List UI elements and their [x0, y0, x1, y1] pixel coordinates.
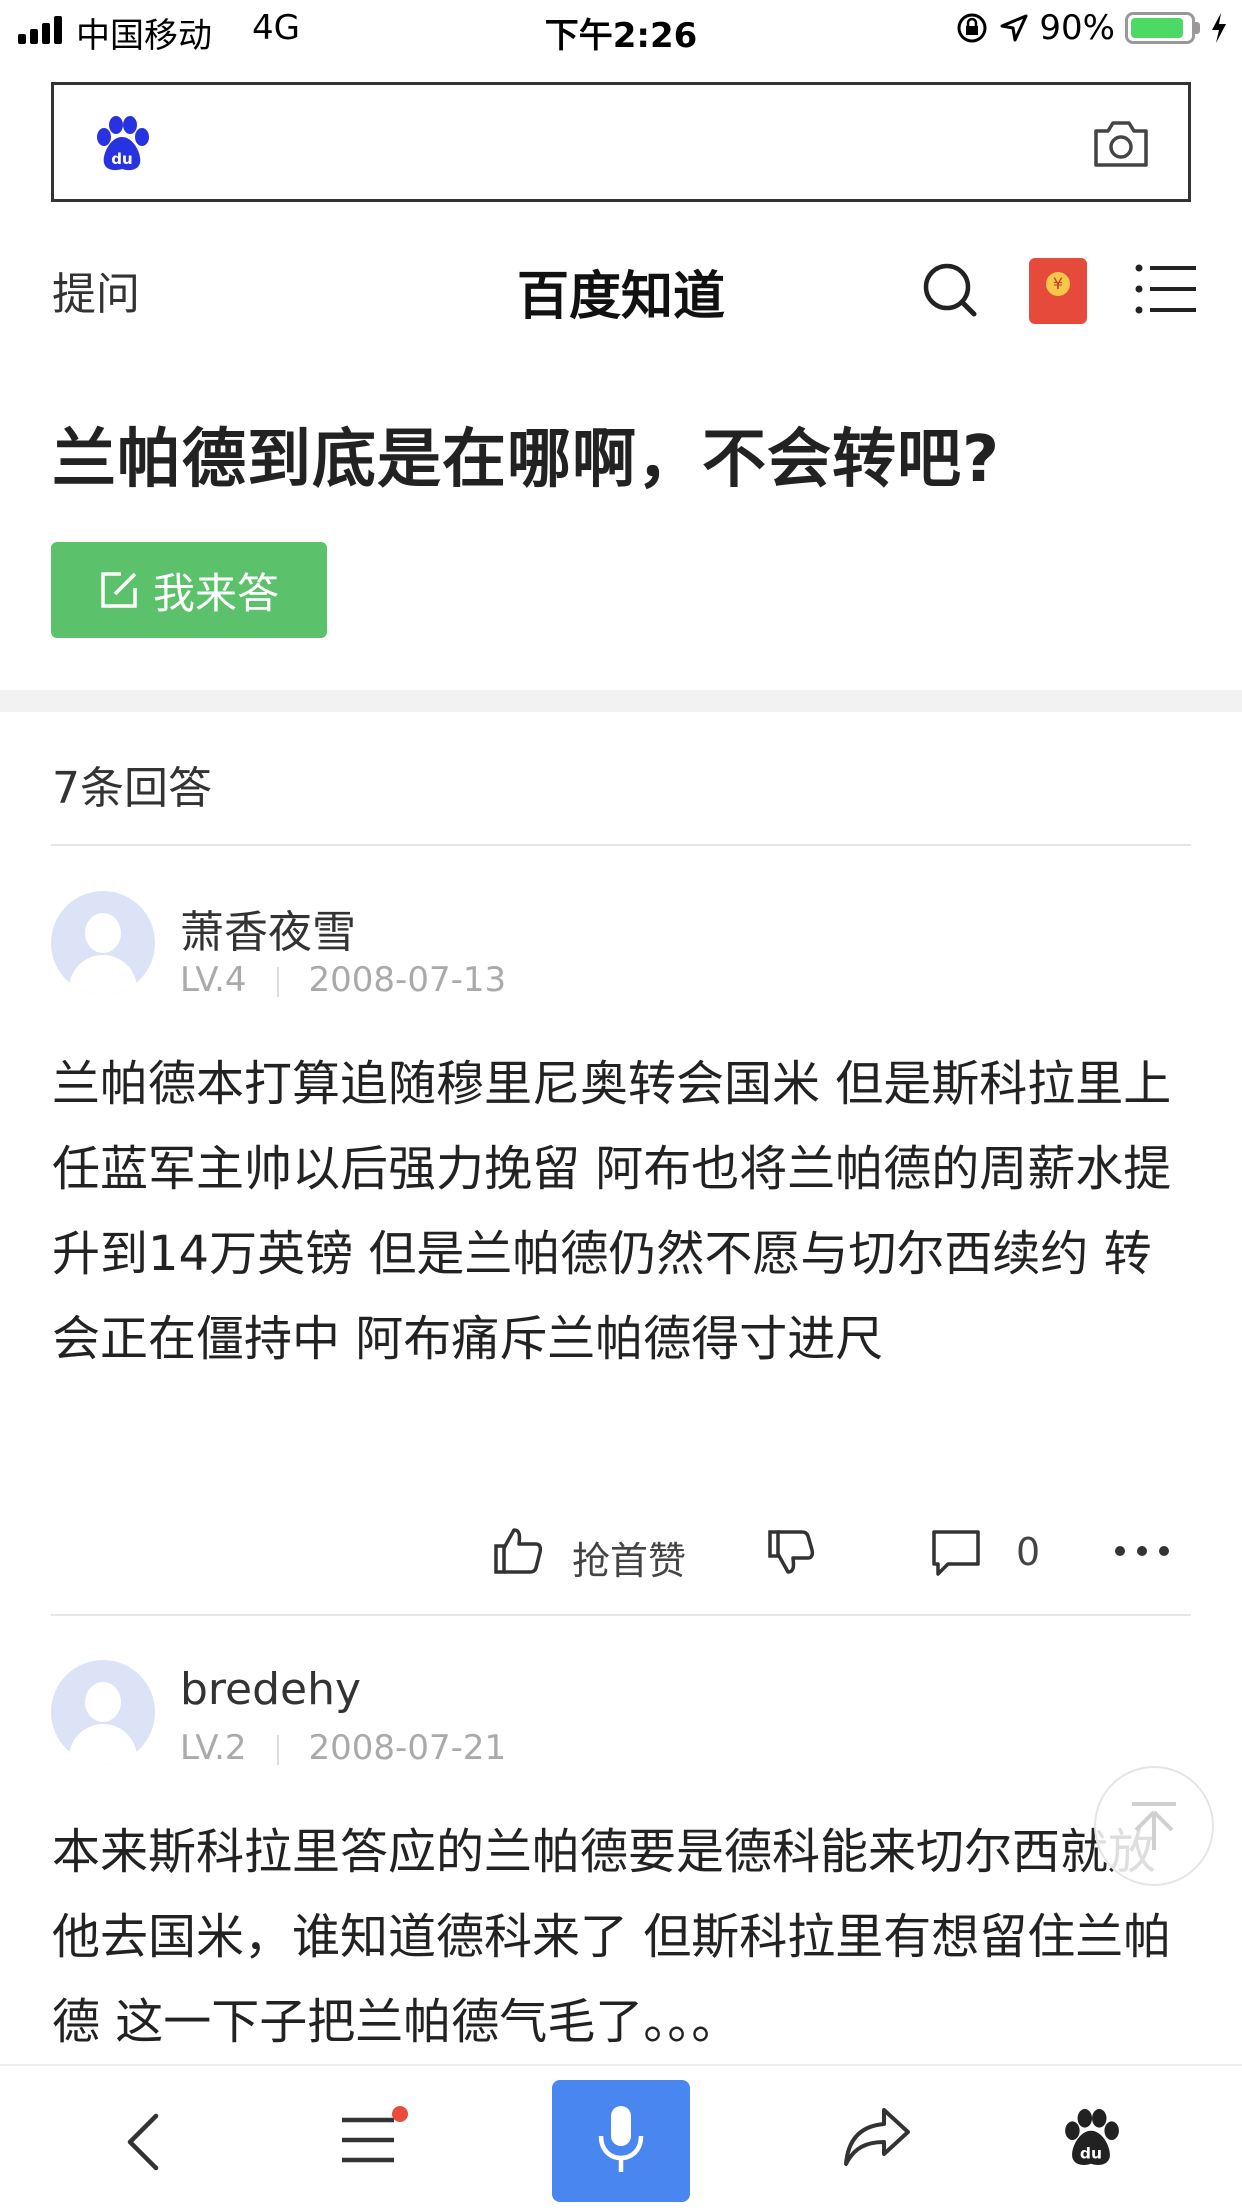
back-to-top-button[interactable]: [1094, 1766, 1214, 1886]
answer-body: 本来斯科拉里答应的兰帕德要是德科能来切尔西就放他去国米，谁知道德科来了 但斯科拉…: [52, 1824, 1172, 2050]
list-menu-icon[interactable]: [1134, 262, 1198, 316]
notification-dot: [392, 2106, 408, 2122]
answer-date: 2008-07-13: [308, 960, 507, 1000]
avatar[interactable]: [51, 1660, 155, 1764]
answer-count: 7条回答: [52, 763, 212, 814]
rotation-lock-icon: [957, 13, 987, 43]
battery-icon: [1125, 12, 1200, 44]
voice-search-button[interactable]: [552, 2080, 690, 2202]
answer-meta: LV.4 2008-07-13: [180, 960, 506, 1000]
section-divider: [0, 690, 1242, 712]
like-label[interactable]: 抢首赞: [572, 1530, 686, 1585]
bottom-toolbar: du: [0, 2064, 1242, 2210]
answer-button-label: 我来答: [152, 568, 279, 618]
status-right: 90%: [955, 8, 1228, 48]
more-options-icon[interactable]: [1114, 1544, 1170, 1558]
microphone-icon: [598, 2106, 644, 2172]
avatar[interactable]: [51, 891, 155, 995]
location-arrow-icon: [1000, 14, 1028, 42]
edit-icon: [101, 572, 137, 608]
divider: [51, 1614, 1191, 1616]
thumbs-up-icon[interactable]: [492, 1526, 544, 1576]
status-bar: 中国移动 4G 下午2:26 90%: [0, 0, 1242, 60]
search-box[interactable]: du: [51, 82, 1191, 202]
thumbs-down-icon[interactable]: [766, 1528, 816, 1576]
arrow-up-icon: [1132, 1802, 1176, 1850]
red-packet-icon[interactable]: ¥: [1029, 258, 1087, 324]
back-arrow-icon[interactable]: [122, 2112, 162, 2172]
user-level: LV.2: [180, 1728, 247, 1768]
comment-count: 0: [1016, 1530, 1041, 1574]
svg-text:du: du: [111, 150, 132, 168]
camera-icon[interactable]: [1092, 117, 1150, 169]
question-title: 兰帕德到底是在哪啊，不会转吧?: [52, 423, 1001, 497]
user-level: LV.4: [180, 960, 247, 1000]
answer-username[interactable]: 萧香夜雪: [180, 896, 356, 960]
answer-meta: LV.2 2008-07-21: [180, 1728, 506, 1768]
comment-icon[interactable]: [930, 1528, 982, 1578]
share-icon[interactable]: [842, 2106, 912, 2170]
divider: [51, 844, 1191, 846]
battery-percent: 90%: [1039, 8, 1115, 48]
baidu-home-icon[interactable]: du: [1060, 2106, 1122, 2172]
search-icon[interactable]: [920, 260, 980, 320]
svg-text:du: du: [1080, 2145, 1102, 2163]
answer-body: 兰帕德本打算追随穆里尼奥转会国米 但是斯科拉里上任蓝军主帅以后强力挽留 阿布也将…: [52, 1056, 1172, 1367]
baidu-paw-icon: du: [97, 116, 149, 171]
battery-fill: [1131, 18, 1184, 38]
charging-bolt-icon: [1212, 13, 1226, 43]
answer-button[interactable]: 我来答: [51, 542, 327, 638]
answer-username[interactable]: bredehy: [180, 1664, 361, 1715]
answer-date: 2008-07-21: [308, 1728, 507, 1768]
menu-button[interactable]: [338, 2106, 408, 2170]
